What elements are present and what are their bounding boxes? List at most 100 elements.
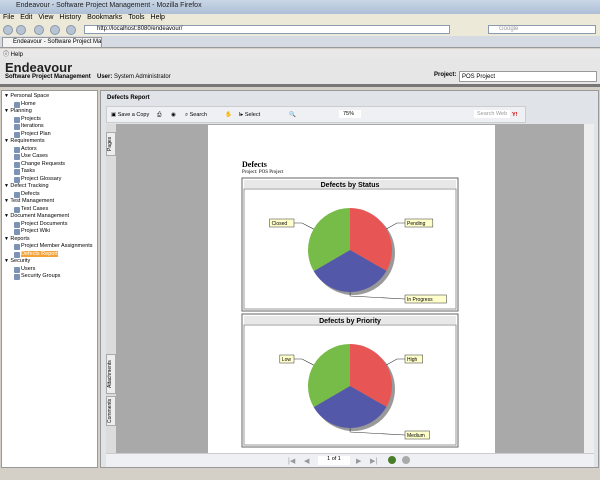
select-tool-button[interactable]: I▸ Select: [239, 112, 260, 118]
reload-icon[interactable]: [34, 25, 44, 35]
browser-tab[interactable]: Endeavour - Software Project Managem...: [2, 37, 102, 48]
sidebar-item-change-requests[interactable]: Change Requests: [4, 161, 95, 169]
tab-bar: Endeavour - Software Project Managem...: [0, 36, 600, 48]
vertical-scrollbar[interactable]: [584, 124, 594, 454]
app-title: Endeavour: [5, 60, 73, 75]
sidebar-item-users[interactable]: Users: [4, 266, 95, 274]
menu-file[interactable]: File: [3, 14, 14, 21]
zoom-in-tool-icon[interactable]: 🔍: [289, 112, 296, 118]
sidebar-item-label: Change Requests: [21, 160, 66, 167]
page-nav-bar: |◀ ◀ 1 of 1 ▶ ▶|: [106, 453, 594, 467]
tab-pages[interactable]: Pages: [106, 132, 116, 156]
sidebar-item-security-groups[interactable]: Security Groups: [4, 273, 95, 281]
user-info: User: System Administrator: [97, 74, 171, 80]
sidebar-group[interactable]: Defect Tracking: [4, 183, 95, 191]
sidebar-item-defects[interactable]: Defects: [4, 191, 95, 199]
user-name: System Administrator: [114, 74, 171, 80]
user-label: User:: [97, 74, 113, 80]
sidebar-item-label: Project Member Assignments: [21, 243, 93, 249]
search-button[interactable]: ⌕ Search: [185, 112, 207, 119]
sidebar-item-label: Project Wiki: [21, 228, 51, 234]
home-icon[interactable]: [66, 25, 76, 35]
menu-help[interactable]: Help: [151, 14, 165, 21]
window-title: Endeavour - Software Project Management …: [0, 0, 600, 14]
menu-edit[interactable]: Edit: [20, 14, 32, 21]
sidebar-item-test-cases[interactable]: Test Cases: [4, 206, 95, 214]
menu-bar: File Edit View History Bookmarks Tools Help: [0, 14, 600, 24]
back-icon[interactable]: [3, 25, 13, 35]
sidebar-group[interactable]: Security: [4, 258, 95, 266]
slice-label: Medium: [407, 433, 425, 439]
sidebar-group[interactable]: Planning: [4, 108, 95, 116]
first-page-icon[interactable]: |◀: [288, 457, 295, 465]
sidebar-group[interactable]: Personal Space: [4, 93, 95, 101]
sidebar-item-home[interactable]: Home: [4, 101, 95, 109]
zoom-select[interactable]: 75%: [339, 110, 361, 118]
sidebar-item-label: Use Cases: [21, 153, 48, 159]
print-icon[interactable]: ⎙: [157, 112, 161, 119]
next-page-icon[interactable]: ▶: [356, 457, 361, 465]
sidebar-item-label: Test Cases: [21, 205, 49, 212]
zoom-out-icon[interactable]: [402, 456, 410, 464]
sidebar-group[interactable]: Reports: [4, 236, 95, 244]
sidebar: Personal SpaceHomePlanningProjectsIterat…: [1, 90, 98, 468]
tab-comments[interactable]: Comments: [106, 396, 116, 426]
project-label: Project:: [434, 72, 457, 78]
charts: Defects by Status Pending In Progress Close…: [241, 177, 459, 448]
tab-attachments[interactable]: Attachments: [106, 354, 116, 394]
sidebar-item-label: Actors: [21, 145, 37, 152]
help-link[interactable]: ⓘ Help: [0, 49, 600, 58]
page-indicator[interactable]: 1 of 1: [318, 456, 350, 465]
sidebar-item-actors[interactable]: Actors: [4, 146, 95, 154]
sidebar-item-label: Project Plan: [21, 130, 51, 137]
last-page-icon[interactable]: ▶|: [370, 457, 377, 465]
sidebar-item-label: Users: [21, 265, 36, 272]
pdf-viewer: Pages Attachments Comments Defects Proje…: [106, 124, 594, 454]
sidebar-item-iterations[interactable]: Iterations: [4, 123, 95, 131]
menu-bookmarks[interactable]: Bookmarks: [87, 14, 122, 21]
slice-label: In Progress: [407, 297, 433, 303]
sidebar-item-tasks[interactable]: Tasks: [4, 168, 95, 176]
zoom-in-icon[interactable]: [388, 456, 396, 464]
sidebar-item-projects[interactable]: Projects: [4, 116, 95, 124]
sidebar-group[interactable]: Document Management: [4, 213, 95, 221]
stop-icon[interactable]: [50, 25, 60, 35]
sidebar-item-label: Tasks: [21, 168, 36, 174]
yahoo-icon[interactable]: Y!: [512, 112, 518, 118]
search-input[interactable]: Google: [488, 25, 596, 34]
status-bar: [0, 470, 600, 480]
sidebar-item-project-wiki[interactable]: Project Wiki: [4, 228, 95, 236]
sidebar-item-label: Defects: [21, 190, 40, 197]
url-input[interactable]: http://localhost:8080/endeavour/: [84, 25, 450, 34]
chart-title: Defects by Priority: [319, 318, 381, 325]
sidebar-item-project-plan[interactable]: Project Plan: [4, 131, 95, 139]
menu-tools[interactable]: Tools: [128, 14, 144, 21]
sidebar-item-project-member-assignments[interactable]: Project Member Assignments: [4, 243, 95, 251]
hand-tool-icon[interactable]: ✋: [225, 112, 232, 118]
save-copy-button[interactable]: ▣ Save a Copy: [111, 112, 149, 118]
sidebar-item-project-documents[interactable]: Project Documents: [4, 221, 95, 229]
slice-label: Pending: [407, 221, 426, 227]
sidebar-group[interactable]: Test Management: [4, 198, 95, 206]
search-web-input[interactable]: Search Web: [474, 110, 511, 118]
sidebar-group[interactable]: Requirements: [4, 138, 95, 146]
sidebar-item-label: Iterations: [21, 123, 44, 129]
menu-history[interactable]: History: [59, 14, 81, 21]
sidebar-item-label: Defects Report: [21, 250, 58, 257]
pdf-toolbar: ▣ Save a Copy ⎙ ◉ ⌕ Search ✋ I▸ Select 🔍…: [106, 106, 526, 123]
sidebar-item-label: Project Documents: [21, 220, 68, 227]
app-subtitle: Software Project Management: [5, 74, 91, 80]
sidebar-item-project-glossary[interactable]: Project Glossary: [4, 176, 95, 184]
email-icon[interactable]: ◉: [171, 112, 176, 118]
sidebar-item-use-cases[interactable]: Use Cases: [4, 153, 95, 161]
prev-page-icon[interactable]: ◀: [304, 457, 309, 465]
project-select[interactable]: POS Project: [459, 71, 597, 82]
sidebar-item-label: Home: [21, 100, 36, 107]
sidebar-item-label: Projects: [21, 115, 41, 122]
forward-icon[interactable]: [16, 25, 26, 35]
sidebar-item-defects-report[interactable]: Defects Report: [4, 250, 95, 259]
sidebar-item-label: Security Groups: [21, 273, 61, 279]
menu-view[interactable]: View: [38, 14, 53, 21]
slice-label: High: [407, 357, 418, 363]
chart-title: Defects by Status: [321, 182, 380, 189]
